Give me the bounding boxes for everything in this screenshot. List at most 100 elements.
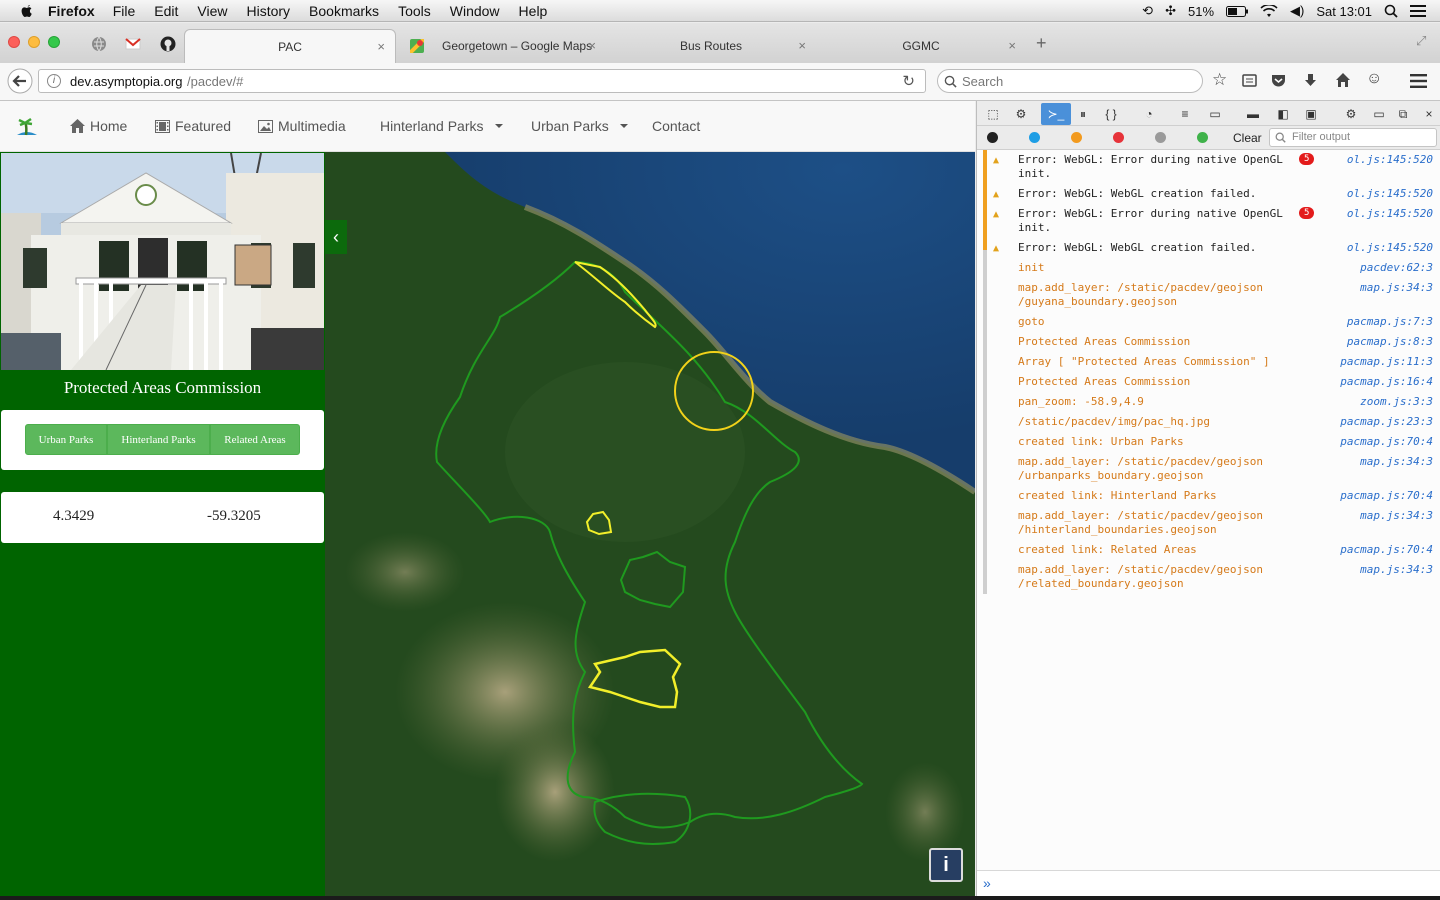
sidebar-collapse-button[interactable]: ‹ [325, 220, 347, 254]
nav-multimedia[interactable]: Multimedia [258, 118, 346, 134]
app-menu-firefox[interactable]: Firefox [48, 3, 95, 19]
map-canvas[interactable] [325, 152, 975, 896]
nav-urban-parks-dropdown[interactable]: Urban Parks [531, 118, 628, 134]
console-source-link[interactable]: ol.js:145:520 [1347, 207, 1433, 221]
window-zoom-button[interactable] [48, 36, 60, 48]
settings-gear-icon[interactable]: ⚙ [1343, 106, 1359, 122]
menu-file[interactable]: File [113, 3, 136, 19]
close-icon[interactable]: × [1008, 38, 1016, 53]
style-editor-tab-icon[interactable]: { } [1103, 106, 1119, 122]
time-machine-icon[interactable]: ⟲ [1142, 3, 1153, 19]
search-input[interactable]: Search [937, 69, 1203, 93]
tab-pac[interactable]: PAC × [184, 29, 396, 63]
hello-icon[interactable]: ☺ [1366, 70, 1382, 88]
console-source-link[interactable]: pacmap.js:8:3 [1347, 335, 1433, 349]
wifi-icon[interactable] [1260, 4, 1278, 18]
notification-center-icon[interactable] [1410, 5, 1426, 17]
apple-icon[interactable] [18, 2, 36, 20]
fullscreen-icon[interactable]: ⤢ [1416, 33, 1426, 49]
volume-icon[interactable]: ◀) [1290, 3, 1304, 19]
clock[interactable]: Sat 13:01 [1316, 4, 1372, 19]
responsive-mode-icon[interactable]: ▭ [1207, 106, 1223, 122]
clear-console-button[interactable]: Clear [1233, 131, 1262, 145]
network-tab-icon[interactable]: ≡ [1177, 106, 1193, 122]
scratchpad-icon[interactable]: ▬ [1245, 106, 1261, 122]
menu-help[interactable]: Help [519, 3, 548, 19]
bluetooth-icon[interactable]: ✣ [1165, 3, 1176, 19]
dock-side-icon[interactable]: ▭ [1371, 106, 1387, 122]
3d-view-icon[interactable]: ◧ [1275, 106, 1291, 122]
console-source-link[interactable]: map.js:34:3 [1360, 281, 1433, 295]
spotlight-search-icon[interactable] [1384, 4, 1398, 18]
back-button[interactable] [7, 68, 33, 94]
reload-icon[interactable]: ↻ [902, 72, 915, 90]
console-source-link[interactable]: map.js:34:3 [1360, 509, 1433, 523]
console-source-link[interactable]: pacmap.js:23:3 [1340, 415, 1433, 429]
menu-view[interactable]: View [197, 3, 227, 19]
close-devtools-icon[interactable]: × [1421, 106, 1437, 122]
inspect-picker-icon[interactable]: ⬚ [985, 106, 1001, 122]
info-button[interactable]: i [929, 848, 963, 882]
related-areas-button[interactable]: Related Areas [210, 424, 300, 455]
inspector-tab-icon[interactable]: ⚙ [1013, 106, 1029, 122]
site-logo[interactable] [15, 116, 39, 138]
new-tab-button[interactable]: + [1036, 33, 1047, 54]
pinned-tab-globe-icon[interactable] [91, 36, 107, 52]
battery-percent[interactable]: 51% [1188, 4, 1214, 19]
nav-contact[interactable]: Contact [652, 118, 700, 134]
close-icon[interactable]: × [588, 38, 596, 53]
filter-server-button[interactable] [1197, 132, 1208, 143]
hinterland-parks-button[interactable]: Hinterland Parks [107, 424, 210, 455]
pinned-tab-gmail-icon[interactable] [125, 36, 141, 52]
nav-hinterland-parks-dropdown[interactable]: Hinterland Parks [380, 118, 503, 134]
nav-featured[interactable]: Featured [155, 118, 231, 134]
nav-home[interactable]: Home [70, 118, 127, 134]
hamburger-menu-icon[interactable] [1410, 74, 1427, 88]
console-source-link[interactable]: pacmap.js:70:4 [1340, 489, 1433, 503]
battery-icon[interactable] [1226, 5, 1249, 17]
console-source-link[interactable]: pacmap.js:16:4 [1340, 375, 1433, 389]
console-source-link[interactable]: pacdev:62:3 [1360, 261, 1433, 275]
home-icon[interactable] [1335, 72, 1351, 88]
filter-css-button[interactable] [1029, 132, 1040, 143]
menu-tools[interactable]: Tools [398, 3, 431, 19]
close-icon[interactable]: × [377, 39, 385, 54]
console-source-link[interactable]: pacmap.js:70:4 [1340, 435, 1433, 449]
console-source-link[interactable]: zoom.js:3:3 [1360, 395, 1433, 409]
menu-history[interactable]: History [246, 3, 290, 19]
screenshot-icon[interactable]: ▣ [1303, 106, 1319, 122]
pinned-tab-github-icon[interactable] [160, 36, 176, 52]
window-minimize-button[interactable] [28, 36, 40, 48]
bookmark-star-icon[interactable]: ☆ [1212, 70, 1227, 90]
filter-output-input[interactable]: Filter output [1269, 128, 1437, 147]
filter-net-button[interactable] [987, 132, 998, 143]
console-source-link[interactable]: pacmap.js:11:3 [1340, 355, 1433, 369]
window-close-button[interactable] [8, 36, 20, 48]
tab-bus-routes[interactable]: Bus Routes × [606, 29, 816, 63]
filter-security-button[interactable] [1113, 132, 1124, 143]
console-source-link[interactable]: map.js:34:3 [1360, 455, 1433, 469]
console-source-link[interactable]: map.js:34:3 [1360, 563, 1433, 577]
console-source-link[interactable]: ol.js:145:520 [1347, 187, 1433, 201]
console-input[interactable]: » [977, 870, 1440, 896]
menu-bookmarks[interactable]: Bookmarks [309, 3, 379, 19]
satellite-map[interactable]: ‹ i [325, 152, 975, 896]
menu-edit[interactable]: Edit [154, 3, 178, 19]
console-tab-icon[interactable]: ≻_ [1041, 103, 1071, 125]
close-icon[interactable]: × [798, 38, 806, 53]
pocket-icon[interactable] [1271, 73, 1286, 88]
console-source-link[interactable]: pacmap.js:70:4 [1340, 543, 1433, 557]
console-source-link[interactable]: ol.js:145:520 [1347, 241, 1433, 255]
downloads-icon[interactable] [1303, 73, 1318, 88]
site-info-icon[interactable]: i [47, 74, 61, 88]
performance-tab-icon[interactable]: ◔ [1141, 106, 1157, 122]
menu-window[interactable]: Window [450, 3, 500, 19]
url-bar[interactable]: i dev.asymptopia.org /pacdev/# ↻ [38, 69, 926, 93]
tab-google-maps[interactable]: Georgetown – Google Maps × [396, 29, 606, 63]
console-source-link[interactable]: pacmap.js:7:3 [1347, 315, 1433, 329]
tab-ggmc[interactable]: GGMC × [816, 29, 1026, 63]
debugger-tab-icon[interactable]: ⏸ [1075, 106, 1091, 122]
console-source-link[interactable]: ol.js:145:520 [1347, 153, 1433, 167]
urban-parks-button[interactable]: Urban Parks [25, 424, 107, 455]
reading-list-icon[interactable] [1242, 73, 1257, 88]
